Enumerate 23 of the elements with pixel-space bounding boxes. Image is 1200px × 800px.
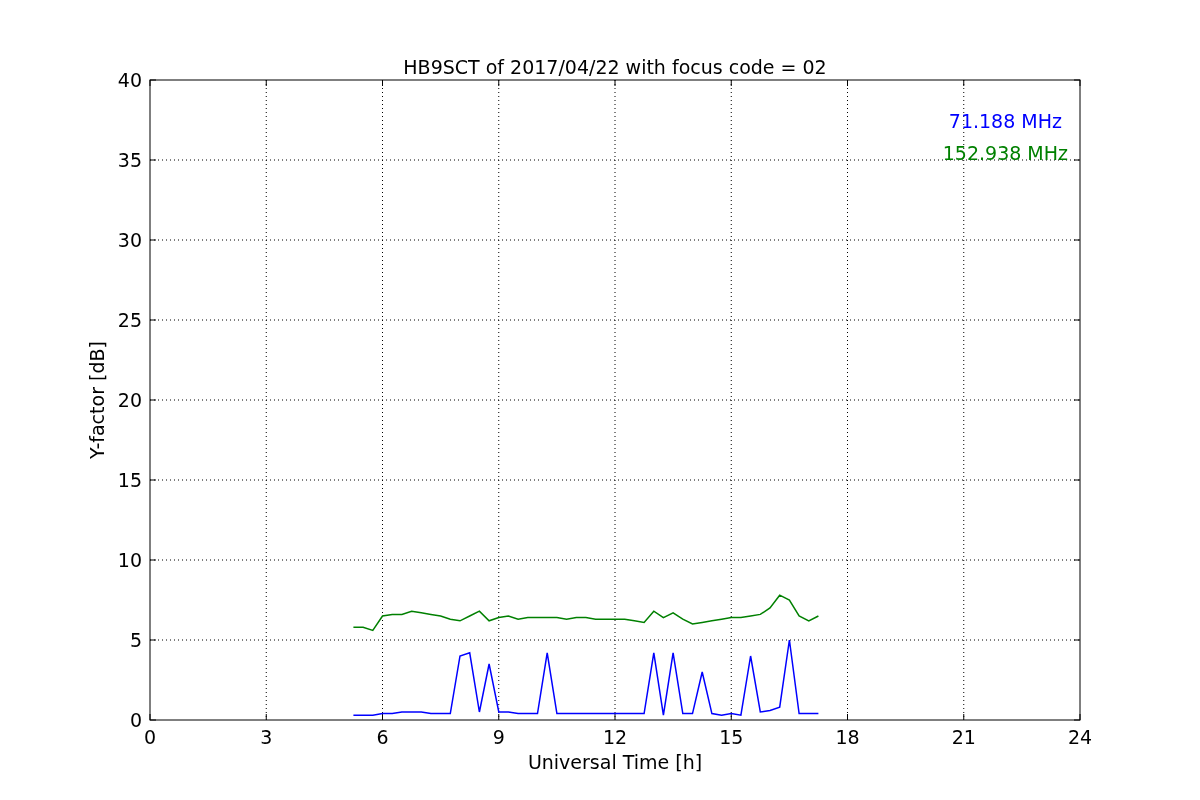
x-tick-label: 6 (376, 726, 389, 748)
x-tick-label: 24 (1067, 726, 1093, 748)
x-tick-label: 12 (602, 726, 628, 748)
x-tick-label: 3 (260, 726, 273, 748)
x-tick-label: 9 (492, 726, 505, 748)
y-tick-label: 35 (117, 149, 142, 171)
legend-label: 152.938 MHz (942, 142, 1068, 164)
x-tick-label: 21 (951, 726, 976, 748)
chart-title: HB9SCT of 2017/04/22 with focus code = 02 (403, 56, 827, 78)
x-tick-label: 0 (143, 726, 157, 748)
x-axis-label: Universal Time [h] (527, 751, 703, 773)
y-tick-label: 30 (117, 229, 142, 251)
x-tick-label: 18 (835, 726, 860, 748)
y-tick-label: 40 (117, 69, 142, 91)
legend-label: 71.188 MHz (948, 110, 1062, 132)
x-tick-label: 15 (719, 726, 744, 748)
y-tick-label: 15 (117, 469, 142, 491)
y-tick-label: 5 (129, 629, 142, 651)
y-tick-label: 10 (117, 549, 142, 571)
y-tick-label: 25 (117, 309, 142, 331)
y-axis-label: Y-factor [dB] (86, 341, 108, 459)
y-tick-label: 20 (117, 389, 142, 411)
y-tick-label: 0 (129, 709, 142, 731)
